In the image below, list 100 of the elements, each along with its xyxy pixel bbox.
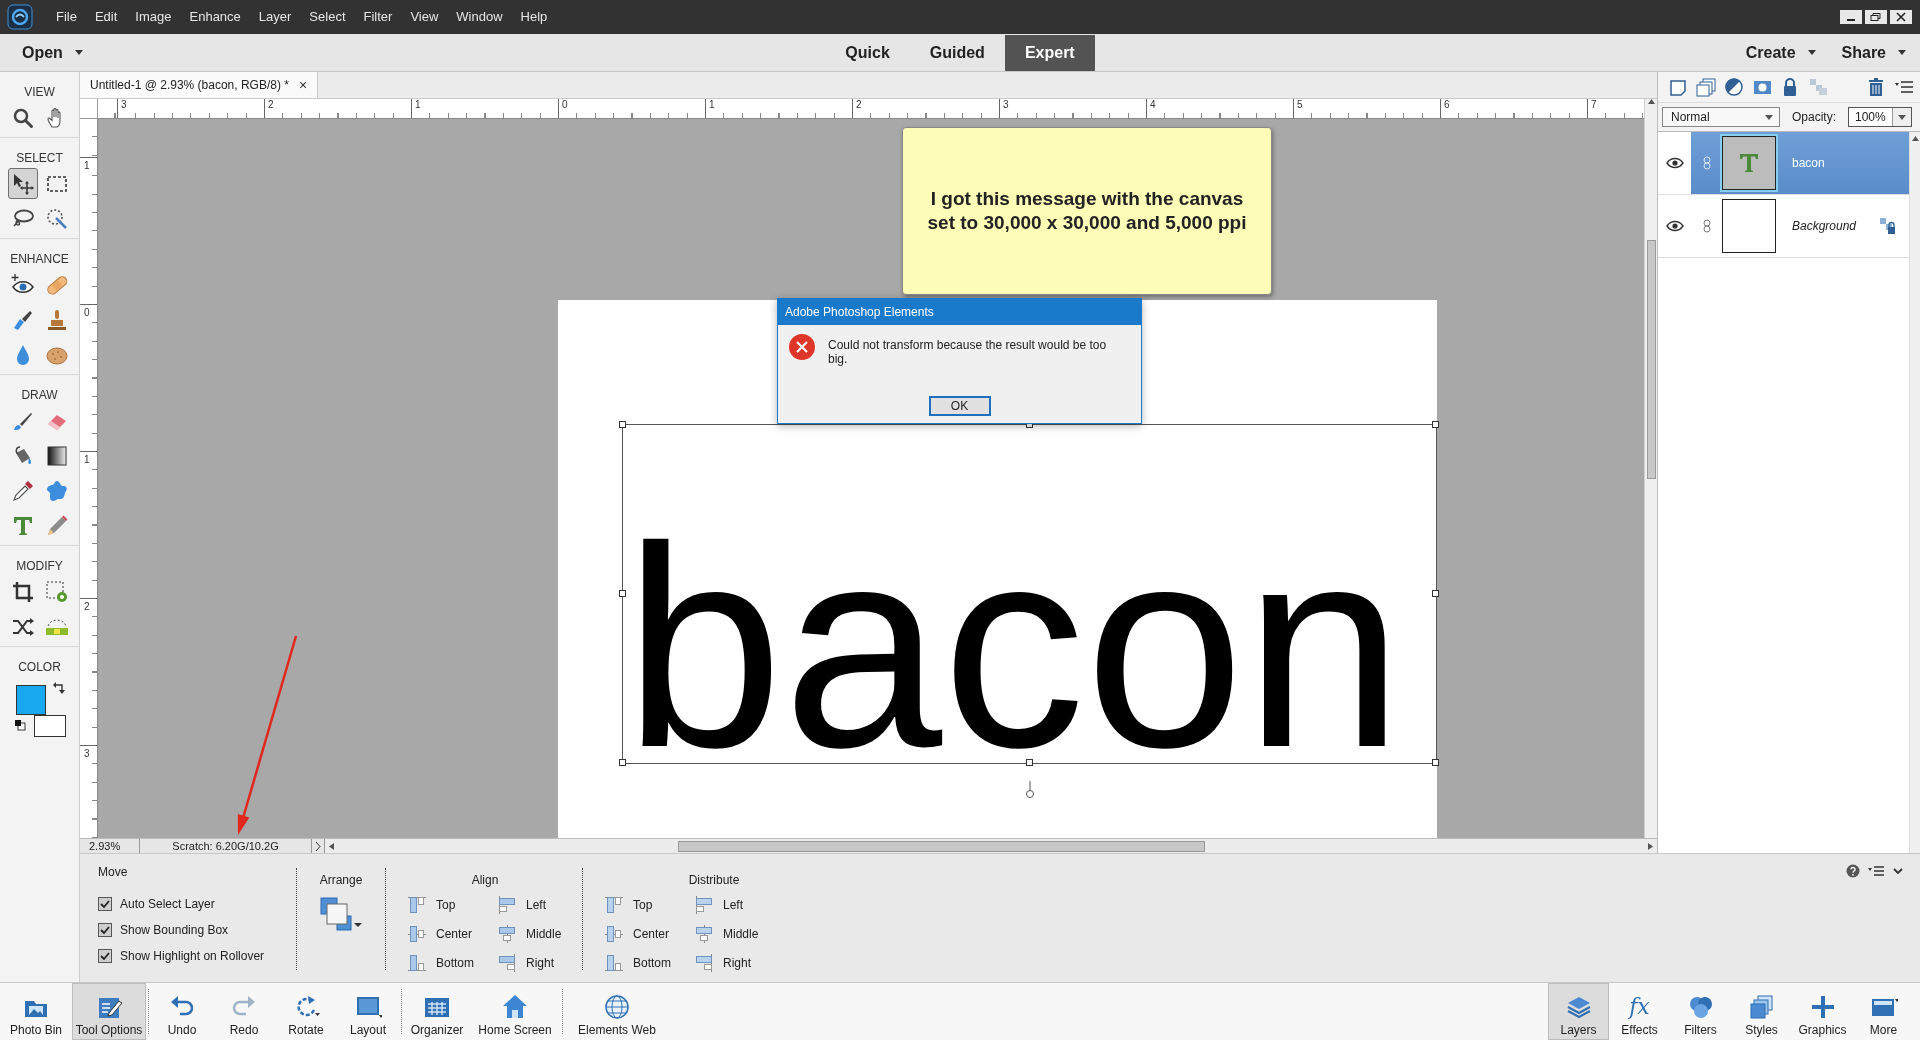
layer-row[interactable]: Background: [1658, 195, 1909, 258]
distribute-option[interactable]: Center: [605, 919, 670, 948]
wand-icon: [44, 206, 69, 231]
transform-handle[interactable]: [1432, 421, 1439, 428]
menu-item[interactable]: Image: [126, 0, 181, 34]
taskbar-button[interactable]: Filters: [1670, 983, 1731, 1040]
panel-menu-icon[interactable]: [1868, 864, 1884, 878]
menu-item[interactable]: Filter: [354, 0, 402, 34]
ruler-label: 1: [80, 157, 97, 304]
checker-lock-icon[interactable]: [1879, 217, 1897, 235]
vertical-scrollbar[interactable]: [1644, 99, 1657, 838]
default-colors-icon[interactable]: [14, 719, 26, 731]
link-icon[interactable]: [1702, 219, 1711, 233]
taskbar-button[interactable]: Graphics: [1792, 983, 1853, 1040]
eyedropper-icon: [10, 478, 35, 503]
scrollbar-thumb[interactable]: [1646, 240, 1656, 479]
foreground-color-swatch[interactable]: [16, 685, 46, 715]
minimize-icon[interactable]: [1840, 10, 1862, 24]
menu-item[interactable]: Window: [447, 0, 512, 34]
checkbox[interactable]: [98, 949, 112, 963]
taskbar-button[interactable]: More: [1853, 983, 1914, 1040]
transform-handle[interactable]: [1432, 590, 1439, 597]
taskbar-button[interactable]: Undo: [151, 983, 213, 1040]
menu-button[interactable]: Create: [1745, 43, 1816, 62]
distribute-option[interactable]: Bottom: [605, 948, 671, 977]
group-title: Align: [470, 872, 500, 888]
help-icon[interactable]: [1846, 864, 1860, 878]
distribute-option[interactable]: Left: [695, 890, 743, 919]
align-icon: [498, 924, 516, 943]
checkbox[interactable]: [98, 897, 112, 911]
align-option[interactable]: Bottom: [408, 948, 474, 977]
distribute-option[interactable]: Right: [695, 948, 751, 977]
taskbar-button[interactable]: Layout: [337, 983, 399, 1040]
chevron-icon[interactable]: [315, 841, 321, 851]
transform-handle[interactable]: [619, 590, 626, 597]
background-color-swatch[interactable]: [34, 715, 66, 737]
menu-item[interactable]: Enhance: [180, 0, 250, 34]
open-button[interactable]: Open: [22, 43, 83, 62]
tab-close-button[interactable]: ×: [298, 77, 308, 93]
align-option[interactable]: Center: [408, 919, 473, 948]
taskbar-button[interactable]: Photo Bin: [0, 983, 72, 1040]
distribute-option[interactable]: Top: [605, 890, 653, 919]
align-icon: [498, 953, 516, 972]
transform-handle[interactable]: [1025, 759, 1033, 766]
scrollbar-thumb[interactable]: [678, 840, 1205, 852]
taskbar-button[interactable]: Styles: [1731, 983, 1792, 1040]
tool-button[interactable]: [7, 168, 38, 199]
swap-arrows-icon[interactable]: [52, 681, 66, 695]
mode-tab[interactable]: Expert: [1004, 34, 1095, 71]
opacity-field[interactable]: 100%: [1848, 107, 1912, 127]
checker-lock-icon[interactable]: [1808, 77, 1828, 97]
scroll-up-icon: [1911, 136, 1919, 141]
taskbar-button[interactable]: Organizer: [404, 983, 470, 1040]
crop-icon: [10, 579, 35, 604]
taskbar-button[interactable]: Home Screen: [470, 983, 560, 1040]
document-tab[interactable]: Untitled-1 @ 2.93% (bacon, RGB/8) * ×: [80, 72, 319, 98]
mode-tab[interactable]: Guided: [909, 34, 1005, 71]
menu-button[interactable]: Share: [1841, 43, 1906, 62]
menu-item[interactable]: Edit: [85, 0, 127, 34]
transform-handle[interactable]: [619, 759, 626, 766]
menu-item[interactable]: Select: [300, 0, 355, 34]
stack-icon[interactable]: [1696, 77, 1716, 97]
ruler-label: 0: [558, 99, 705, 118]
restore-icon[interactable]: [1865, 10, 1887, 24]
taskbar-button[interactable]: Rotate: [275, 983, 337, 1040]
group-title: Distribute: [687, 872, 741, 888]
taskbar-button[interactable]: Layers: [1548, 983, 1609, 1040]
menu-item[interactable]: File: [47, 0, 86, 34]
align-option[interactable]: Right: [498, 948, 554, 977]
link-icon[interactable]: [1702, 156, 1711, 170]
transform-handle[interactable]: [619, 421, 626, 428]
taskbar-button[interactable]: Tool Options: [72, 983, 146, 1040]
align-option[interactable]: Top: [408, 890, 456, 919]
menu-item[interactable]: Layer: [249, 0, 301, 34]
align-icon: [408, 953, 426, 972]
new-page-icon[interactable]: [1668, 77, 1688, 97]
distribute-option[interactable]: Middle: [695, 919, 759, 948]
blend-mode-dropdown[interactable]: Normal: [1662, 107, 1780, 127]
effects-icon: fx: [1629, 993, 1650, 1021]
close-icon[interactable]: [1890, 10, 1912, 24]
transform-handle[interactable]: [1432, 759, 1439, 766]
half-circle-icon[interactable]: [1724, 77, 1744, 97]
taskbar-button[interactable]: Redo: [213, 983, 275, 1040]
horizontal-scrollbar[interactable]: [325, 839, 1657, 853]
checkbox[interactable]: [98, 923, 112, 937]
mode-tab[interactable]: Quick: [825, 34, 910, 71]
eye-icon[interactable]: [1665, 157, 1684, 169]
layer-name: Background: [1792, 219, 1857, 233]
menu-item[interactable]: Help: [511, 0, 557, 34]
rotate-handle-icon[interactable]: [1023, 781, 1037, 799]
align-option[interactable]: Middle: [498, 919, 562, 948]
taskbar-button[interactable]: Elements Web: [565, 983, 669, 1040]
trash-icon[interactable]: [1866, 77, 1886, 97]
taskbar-button[interactable]: fx Effects: [1609, 983, 1670, 1040]
ok-button[interactable]: OK: [928, 396, 991, 416]
menu-item[interactable]: View: [401, 0, 448, 34]
eye-icon[interactable]: [1665, 220, 1684, 232]
gear-frame-icon: [44, 579, 69, 604]
custom-shape-icon: [44, 478, 69, 503]
align-option[interactable]: Left: [498, 890, 546, 919]
